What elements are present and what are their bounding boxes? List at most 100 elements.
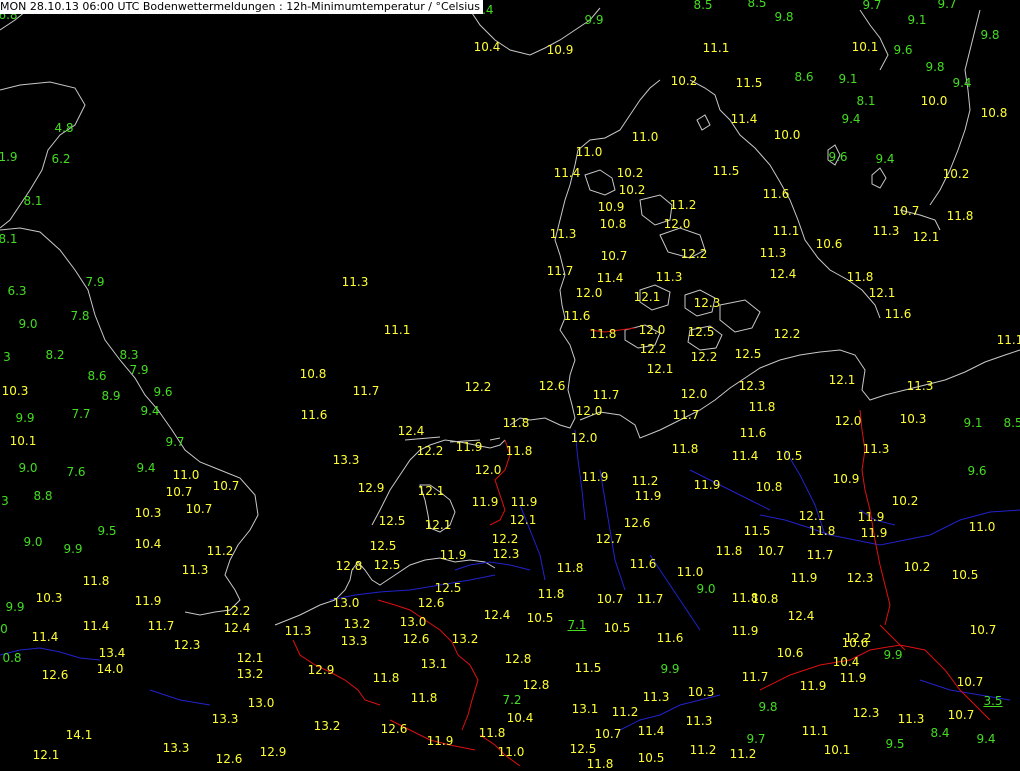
station-value: 11.3 bbox=[897, 712, 925, 726]
station-value: 11.9 bbox=[439, 548, 467, 562]
station-value: 10.3 bbox=[899, 412, 927, 426]
borders bbox=[292, 327, 991, 766]
station-value: 12.3 bbox=[846, 571, 874, 585]
station-value: 9.8 bbox=[758, 700, 778, 714]
station-value: 12.1 bbox=[424, 518, 452, 532]
station-value: 12.4 bbox=[223, 621, 251, 635]
station-value: 13.2 bbox=[236, 667, 264, 681]
station-value: 12.5 bbox=[734, 347, 762, 361]
station-value: 14.0 bbox=[96, 662, 124, 676]
station-value: 13.3 bbox=[332, 453, 360, 467]
station-value: 13.3 bbox=[162, 741, 190, 755]
station-value: 9.4 bbox=[841, 112, 861, 126]
station-value: 12.0 bbox=[834, 414, 862, 428]
station-value: 12.1 bbox=[236, 651, 264, 665]
station-value: 11.3 bbox=[759, 246, 787, 260]
station-value: 10.2 bbox=[942, 167, 970, 181]
station-value: 12.5 bbox=[369, 539, 397, 553]
station-value: 10.8 bbox=[755, 480, 783, 494]
station-value: 9.8 bbox=[925, 60, 945, 74]
station-value: 12.4 bbox=[397, 424, 425, 438]
station-value: 12.0 bbox=[663, 217, 691, 231]
station-value: 10.3 bbox=[1, 384, 29, 398]
station-value: 3.5 bbox=[983, 694, 1003, 708]
station-value: 11.9 bbox=[693, 478, 721, 492]
station-value: 11.2 bbox=[206, 544, 234, 558]
station-value: 11.8 bbox=[537, 587, 565, 601]
station-value: 11.4 bbox=[731, 449, 759, 463]
station-value: 9.6 bbox=[828, 150, 848, 164]
station-value: 11.2 bbox=[689, 743, 717, 757]
station-value: 11.7 bbox=[352, 384, 380, 398]
station-value: 12.2 bbox=[223, 604, 251, 618]
station-value: 12.0 bbox=[638, 323, 666, 337]
station-value: 11.9 bbox=[581, 470, 609, 484]
station-value: 11.0 bbox=[676, 565, 704, 579]
station-value: 9.0 bbox=[23, 535, 43, 549]
station-value: 11.5 bbox=[735, 76, 763, 90]
station-value: 12.1 bbox=[633, 290, 661, 304]
station-value: 11.9 bbox=[857, 510, 885, 524]
station-value: 11.8 bbox=[410, 691, 438, 705]
station-value: 12.1 bbox=[912, 230, 940, 244]
station-value: 10.8 bbox=[980, 106, 1008, 120]
station-value: 11.1 bbox=[772, 224, 800, 238]
station-value: 9.5 bbox=[885, 737, 905, 751]
station-value: 9.9 bbox=[63, 542, 83, 556]
station-value: 11.8 bbox=[372, 671, 400, 685]
station-value: 11.4 bbox=[82, 619, 110, 633]
station-value: 13.0 bbox=[332, 596, 360, 610]
station-value: 11.0 bbox=[968, 520, 996, 534]
station-value: 12.4 bbox=[787, 609, 815, 623]
station-value: 12.0 bbox=[570, 431, 598, 445]
station-value: 10.1 bbox=[851, 40, 879, 54]
station-value: 11.8 bbox=[589, 327, 617, 341]
station-value: 12.9 bbox=[259, 745, 287, 759]
station-value: 12.5 bbox=[569, 742, 597, 756]
station-value: 11.7 bbox=[636, 592, 664, 606]
station-value: 12.0 bbox=[680, 387, 708, 401]
station-value: 7.9 bbox=[85, 275, 105, 289]
station-value: 10.4 bbox=[473, 40, 501, 54]
station-value: 13.3 bbox=[340, 634, 368, 648]
station-value: 13.2 bbox=[451, 632, 479, 646]
station-value: 9.9 bbox=[584, 13, 604, 27]
station-value: 11.8 bbox=[715, 544, 743, 558]
station-value: 8.1 bbox=[23, 194, 43, 208]
station-value: 10.7 bbox=[757, 544, 785, 558]
station-value: 11.2 bbox=[611, 705, 639, 719]
station-value: 10.3 bbox=[687, 685, 715, 699]
station-value: 9.0 bbox=[18, 317, 38, 331]
station-value: 10.1 bbox=[823, 743, 851, 757]
station-value: 9.9 bbox=[15, 411, 35, 425]
station-value: 12.3 bbox=[693, 296, 721, 310]
station-value: 8.9 bbox=[101, 389, 121, 403]
station-value: 9.0 bbox=[696, 582, 716, 596]
station-value: 12.1 bbox=[828, 373, 856, 387]
station-value: 11.6 bbox=[656, 631, 684, 645]
station-value: 9.4 bbox=[976, 732, 996, 746]
station-value: 9.7 bbox=[165, 435, 185, 449]
station-value: 11.3 bbox=[872, 224, 900, 238]
station-value: 10.2 bbox=[670, 74, 698, 88]
station-value: 7.9 bbox=[129, 363, 149, 377]
station-value: 11.8 bbox=[748, 400, 776, 414]
station-value: 10.7 bbox=[956, 675, 984, 689]
station-value: 11.2 bbox=[631, 474, 659, 488]
station-value: 10.5 bbox=[526, 611, 554, 625]
station-value: 13.1 bbox=[571, 702, 599, 716]
station-value: 11.0 bbox=[497, 745, 525, 759]
station-value: 9.7 bbox=[862, 0, 882, 12]
station-value: 11.9 bbox=[790, 571, 818, 585]
station-value: 8.2 bbox=[45, 348, 65, 362]
station-value: 11.0 bbox=[575, 145, 603, 159]
station-value: 10.1 bbox=[9, 434, 37, 448]
station-value: 11.6 bbox=[563, 309, 591, 323]
station-value: 12.6 bbox=[215, 752, 243, 766]
station-value: 12.2 bbox=[690, 350, 718, 364]
station-value: 11.6 bbox=[884, 307, 912, 321]
station-value: 11.6 bbox=[739, 426, 767, 440]
station-value: 12.1 bbox=[798, 509, 826, 523]
station-value: 10.7 bbox=[947, 708, 975, 722]
station-value: 8.5 bbox=[747, 0, 767, 10]
